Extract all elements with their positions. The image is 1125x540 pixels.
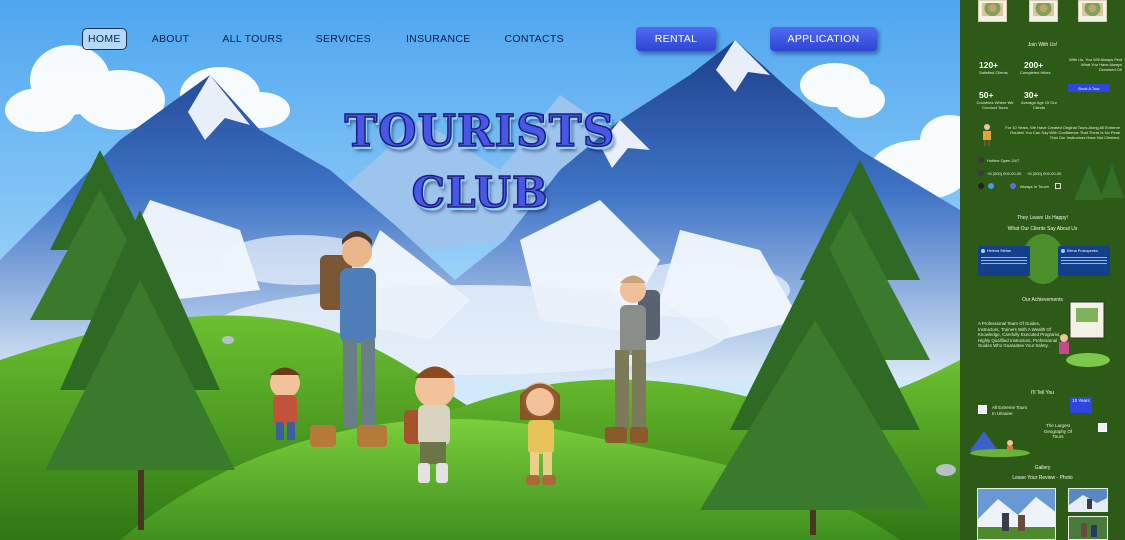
tell-heading: I'll Tell You bbox=[1030, 390, 1055, 396]
nav-home[interactable]: HOME bbox=[82, 28, 127, 50]
book-tour-button[interactable]: Book A Tour bbox=[1068, 84, 1110, 92]
stat-label: Satisfied Clients bbox=[979, 70, 1008, 75]
page-preview-panel: Join With Us! 120+ Satisfied Clients 200… bbox=[960, 0, 1125, 540]
tell-item1: All Extreme Tours In Ukraine bbox=[992, 405, 1028, 416]
stat-value: 50+ bbox=[979, 90, 994, 100]
stat-label: Average Age Of Our Clients bbox=[1021, 100, 1057, 110]
phone-number[interactable]: +8 (000) 000-00-00 bbox=[1027, 171, 1061, 176]
nav-insurance[interactable]: INSURANCE bbox=[406, 33, 471, 45]
join-label: Join With Us! bbox=[1027, 42, 1058, 48]
reviewer-name: Elena Prokopenko bbox=[1067, 249, 1099, 253]
tree-icon bbox=[1074, 152, 1124, 200]
map-icon bbox=[978, 405, 987, 414]
reviews-subheading: What Our Clients Say About Us bbox=[1007, 226, 1078, 232]
years-badge: 10 Years bbox=[1070, 397, 1092, 413]
rental-button[interactable]: RENTAL bbox=[636, 27, 716, 51]
nav-about[interactable]: ABOUT bbox=[152, 33, 190, 45]
gallery-subheading: Leave Your Review - Photo bbox=[1012, 475, 1073, 481]
phone-icon bbox=[978, 170, 984, 176]
gallery-photo[interactable] bbox=[977, 488, 1056, 540]
hero-title-line2: CLUB bbox=[411, 167, 549, 218]
gallery-photo[interactable] bbox=[1068, 516, 1108, 540]
promo-text: With Us, You Will Always Find What You H… bbox=[1069, 57, 1122, 72]
share-icon[interactable] bbox=[1055, 183, 1061, 189]
viber-icon[interactable] bbox=[1010, 183, 1016, 189]
application-button[interactable]: APPLICATION bbox=[770, 27, 877, 51]
stat-value: 120+ bbox=[979, 60, 999, 70]
stat-label: Completed Hikes bbox=[1020, 70, 1051, 75]
hotline-text: Hotline Open 24/7 bbox=[987, 158, 1020, 163]
phone-number[interactable]: +8 (000) 000-00-00 bbox=[987, 171, 1021, 176]
stat-value: 30+ bbox=[1024, 90, 1039, 100]
camping-illustration bbox=[970, 431, 1030, 457]
reviewer-name: Helena Stefan bbox=[987, 249, 1012, 253]
tour-thumbnail[interactable] bbox=[1029, 0, 1058, 22]
social-icon[interactable] bbox=[978, 183, 984, 189]
nav-all-tours[interactable]: ALL TOURS bbox=[222, 33, 282, 45]
hero-section: HOME ABOUT ALL TOURS SERVICES INSURANCE … bbox=[0, 0, 960, 540]
hero-title-line1: TOURISTS bbox=[344, 105, 616, 158]
tell-item2: The Largest Geography Of Tours bbox=[1043, 423, 1073, 440]
telegram-icon[interactable] bbox=[988, 183, 994, 189]
nav-contacts[interactable]: CONTACTS bbox=[505, 33, 564, 45]
avatar bbox=[1061, 249, 1065, 253]
hiker-icon bbox=[983, 124, 991, 146]
story-text: For 10 Years, We Have Created Original T… bbox=[1005, 125, 1120, 140]
main-nav: HOME ABOUT ALL TOURS SERVICES INSURANCE … bbox=[82, 28, 564, 50]
avatar bbox=[981, 249, 985, 253]
review-card[interactable]: Elena Prokopenko bbox=[1058, 246, 1110, 276]
review-card[interactable]: Helena Stefan bbox=[978, 246, 1030, 276]
globe-icon bbox=[1098, 423, 1107, 432]
always-in-touch: Always In Touch bbox=[1020, 184, 1049, 189]
clock-icon bbox=[978, 157, 984, 163]
stat-value: 200+ bbox=[1024, 60, 1044, 70]
mountain-landscape-illustration bbox=[0, 40, 960, 540]
gallery-photo[interactable] bbox=[1068, 488, 1108, 512]
gallery-heading: Gallery bbox=[1034, 465, 1051, 471]
stat-label: Countries Where We Conduct Tours bbox=[976, 100, 1014, 110]
tour-thumbnail[interactable] bbox=[1078, 0, 1107, 22]
reviews-heading: They Leave Us Happy! bbox=[1017, 215, 1068, 221]
tour-thumbnail[interactable] bbox=[978, 0, 1007, 22]
nav-services[interactable]: SERVICES bbox=[316, 33, 371, 45]
map-illustration bbox=[1059, 301, 1110, 367]
